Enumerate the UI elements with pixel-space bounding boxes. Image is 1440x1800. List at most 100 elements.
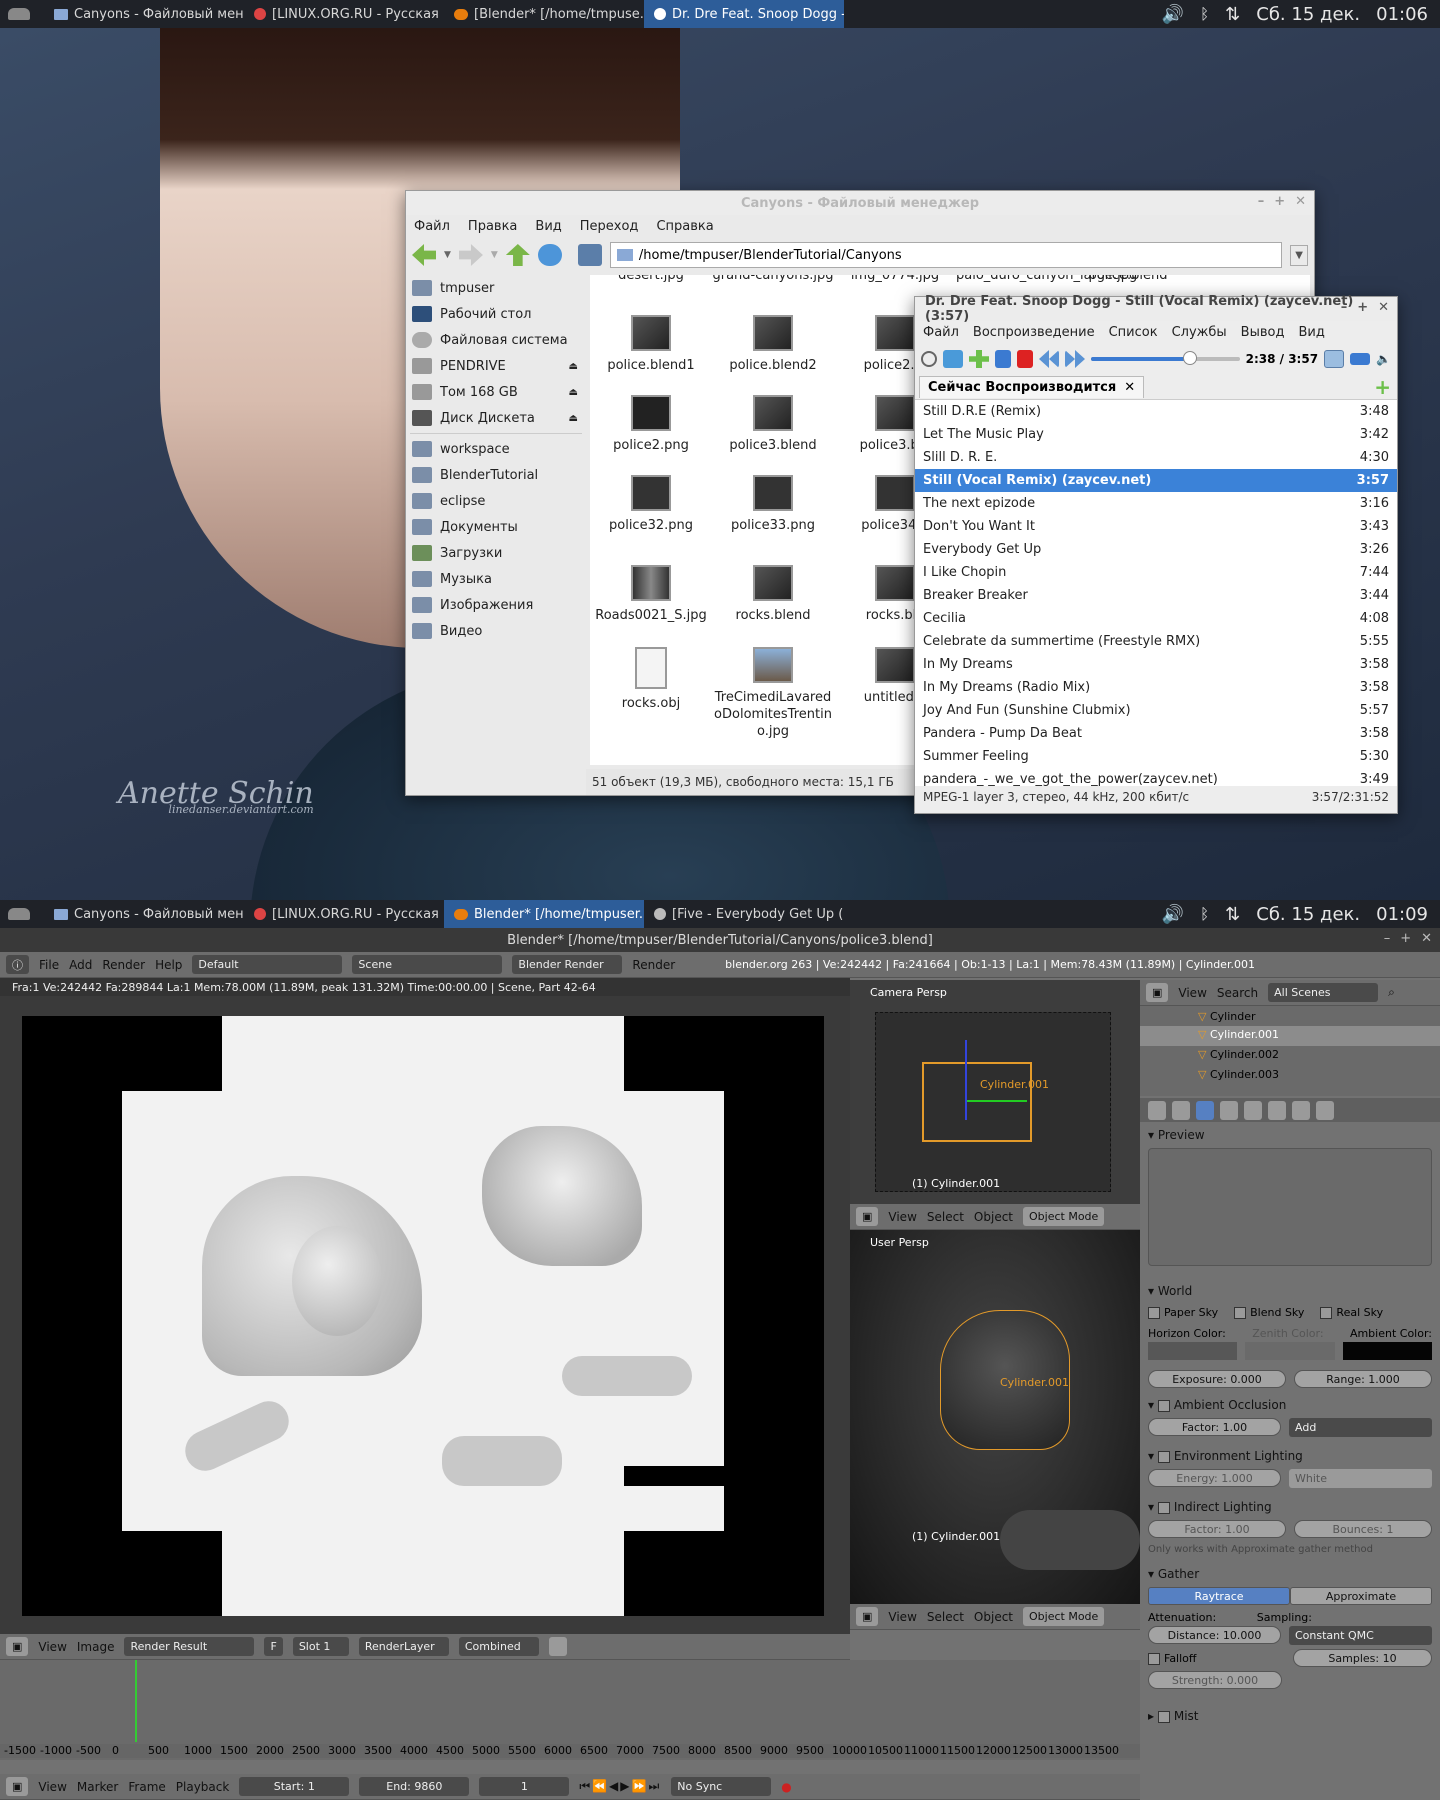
open-icon[interactable] <box>943 350 963 368</box>
minimize-icon[interactable]: – <box>1341 300 1348 315</box>
sampling-select[interactable]: Constant QMC <box>1289 1626 1432 1645</box>
approximate-button[interactable]: Approximate <box>1290 1587 1432 1605</box>
file-item[interactable]: Roads0021_S.jpg <box>590 565 712 624</box>
file-item[interactable]: rocks.obj <box>590 647 712 712</box>
minimize-icon[interactable]: – <box>1258 194 1265 209</box>
stop-icon[interactable] <box>1017 350 1033 368</box>
menu-playlist[interactable]: Список <box>1109 325 1158 340</box>
previous-icon[interactable] <box>1039 350 1059 368</box>
preview-section[interactable]: ▾ Preview <box>1140 1122 1440 1148</box>
file-item[interactable]: palo_duro_canyon_large.jpg <box>956 275 1137 284</box>
shuffle-icon[interactable] <box>1350 353 1371 365</box>
menu-view[interactable]: View <box>38 1640 66 1654</box>
sidebar-item-home[interactable]: tmpuser <box>406 275 586 301</box>
file-item[interactable]: img_0774.jpg <box>834 275 956 284</box>
menu-view[interactable]: Вид <box>1298 325 1324 340</box>
menu-object[interactable]: Object <box>974 1610 1013 1624</box>
menu-object[interactable]: Object <box>974 1210 1013 1224</box>
modifiers-tab-icon[interactable] <box>1268 1100 1286 1120</box>
time-label[interactable]: 01:09 <box>1376 904 1428 925</box>
zenith-color-swatch[interactable] <box>1245 1342 1335 1360</box>
playlist-track[interactable]: Joy And Fun (Sunshine Clubmix) 5:57 <box>915 699 1397 722</box>
ambient-color-swatch[interactable] <box>1342 1342 1432 1360</box>
user-viewport[interactable]: User Persp Cylinder.001 (1) Cylinder.001 <box>850 1230 1140 1604</box>
playlist-track[interactable]: Breaker Breaker 3:44 <box>915 584 1397 607</box>
real-sky-checkbox[interactable]: Real Sky <box>1320 1306 1383 1319</box>
record-icon[interactable]: ● <box>781 1780 791 1794</box>
distance-field[interactable]: Distance: 10.000 <box>1148 1626 1281 1644</box>
task-file-manager[interactable]: Canyons - Файловый мен... <box>44 900 244 928</box>
sidebar-item-desktop[interactable]: Рабочий стол <box>406 301 586 327</box>
menu-select[interactable]: Select <box>927 1610 964 1624</box>
constraints-tab-icon[interactable] <box>1244 1100 1262 1120</box>
menu-icon[interactable] <box>8 908 30 920</box>
sidebar-item-blendertutorial[interactable]: BlenderTutorial <box>406 462 586 488</box>
image-select[interactable]: Render Result <box>124 1637 255 1656</box>
search-icon[interactable]: ⌕ <box>1388 985 1395 1000</box>
current-frame-field[interactable]: 1 <box>479 1777 570 1796</box>
menu-search[interactable]: Search <box>1217 986 1258 1000</box>
tab-now-playing[interactable]: Сейчас Воспроизводится ✕ <box>919 375 1145 398</box>
menu-playback[interactable]: Playback <box>176 1780 230 1794</box>
scene-select[interactable]: Scene <box>352 955 503 974</box>
file-item[interactable]: police.blend <box>1078 275 1178 284</box>
render-layer-select[interactable]: RenderLayer <box>358 1637 449 1656</box>
playlist-track[interactable]: Still D.R.E (Remix) 3:48 <box>915 400 1397 423</box>
ao-factor-field[interactable]: Factor: 1.00 <box>1148 1418 1281 1436</box>
menu-edit[interactable]: Правка <box>468 219 517 234</box>
strength-field[interactable]: Strength: 0.000 <box>1148 1671 1282 1689</box>
slot-select[interactable]: Slot 1 <box>292 1637 349 1656</box>
network-icon[interactable]: ⇅ <box>1225 4 1240 25</box>
task-browser[interactable]: [LINUX.ORG.RU - Русская ... <box>244 0 444 28</box>
add-icon[interactable] <box>969 350 989 368</box>
path-input[interactable]: /home/tmpuser/BlenderTutorial/Canyons <box>609 242 1283 268</box>
camera-viewport[interactable]: Camera Persp Cylinder.001 (1) Cylinder.0… <box>850 980 1140 1204</box>
playlist-track[interactable]: Pandera - Pump Da Beat 3:58 <box>915 722 1397 745</box>
outliner-row[interactable]: ▽ Cylinder.002 <box>1140 1046 1440 1066</box>
playlist-track[interactable]: Still (Vocal Remix) (zaycev.net) 3:57 <box>915 469 1397 492</box>
outliner-row[interactable]: ▽ Cylinder <box>1140 1006 1440 1026</box>
forward-icon[interactable] <box>458 244 483 266</box>
file-item[interactable]: TreCimediLavaredoDolomitesTrentino.jpg <box>712 647 834 740</box>
file-item[interactable]: police.blend1 <box>590 315 712 374</box>
info-icon[interactable]: ⓘ <box>6 955 29 974</box>
sidebar-item-downloads[interactable]: Загрузки <box>406 540 586 566</box>
pause-icon[interactable] <box>995 350 1011 368</box>
volume-icon[interactable]: 🔊 <box>1162 4 1184 25</box>
playlist-track[interactable]: In My Dreams (Radio Mix) 3:58 <box>915 676 1397 699</box>
home-icon[interactable] <box>577 244 602 266</box>
gather-section[interactable]: ▾ Gather <box>1140 1561 1440 1587</box>
menu-playback[interactable]: Воспроизведение <box>973 325 1095 340</box>
menu-file[interactable]: File <box>39 958 59 972</box>
playlist-track[interactable]: In My Dreams 3:58 <box>915 653 1397 676</box>
time-label[interactable]: 01:06 <box>1376 4 1428 25</box>
sidebar-item-music[interactable]: Музыка <box>406 566 586 592</box>
playlist-track[interactable]: Summer Feeling 5:30 <box>915 745 1397 768</box>
scene-tab-icon[interactable] <box>1172 1100 1190 1120</box>
close-tab-icon[interactable]: ✕ <box>1124 380 1135 395</box>
menu-view[interactable]: View <box>888 1610 916 1624</box>
back-icon[interactable] <box>412 244 436 266</box>
timeline-area[interactable]: -1500 -1000 -500 0 500 1000 1500 2000 2500 3000 35… <box>0 1660 1140 1760</box>
indirect-factor-field[interactable]: Factor: 1.00 <box>1148 1520 1286 1538</box>
paper-sky-checkbox[interactable]: Paper Sky <box>1148 1306 1218 1319</box>
file-item[interactable]: desert.jpg <box>590 275 712 284</box>
ao-blend-select[interactable]: Add <box>1289 1418 1432 1437</box>
menu-image[interactable]: Image <box>77 1640 115 1654</box>
editor-type-icon[interactable]: ▣ <box>856 1207 879 1226</box>
file-item[interactable]: police3.blend <box>712 395 834 454</box>
file-item[interactable]: police2.png <box>590 395 712 454</box>
sidebar-item-volume[interactable]: Том 168 GB ⏏ <box>406 379 586 405</box>
playlist-track[interactable]: Everybody Get Up 3:26 <box>915 538 1397 561</box>
repeat-icon[interactable] <box>1324 350 1345 368</box>
chevron-down-icon[interactable]: ▼ <box>444 250 451 260</box>
volume-icon[interactable]: 🔈 <box>1376 352 1391 366</box>
environment-color-select[interactable]: White <box>1289 1469 1432 1488</box>
menu-add[interactable]: Add <box>69 958 92 972</box>
blend-sky-checkbox[interactable]: Blend Sky <box>1234 1306 1304 1319</box>
playlist-track[interactable]: Slill D. R. E. 4:30 <box>915 446 1397 469</box>
render-tab-icon[interactable] <box>1148 1100 1166 1120</box>
next-icon[interactable] <box>1065 350 1085 368</box>
menu-marker[interactable]: Marker <box>77 1780 118 1794</box>
path-dropdown-icon[interactable]: ▼ <box>1290 244 1308 266</box>
